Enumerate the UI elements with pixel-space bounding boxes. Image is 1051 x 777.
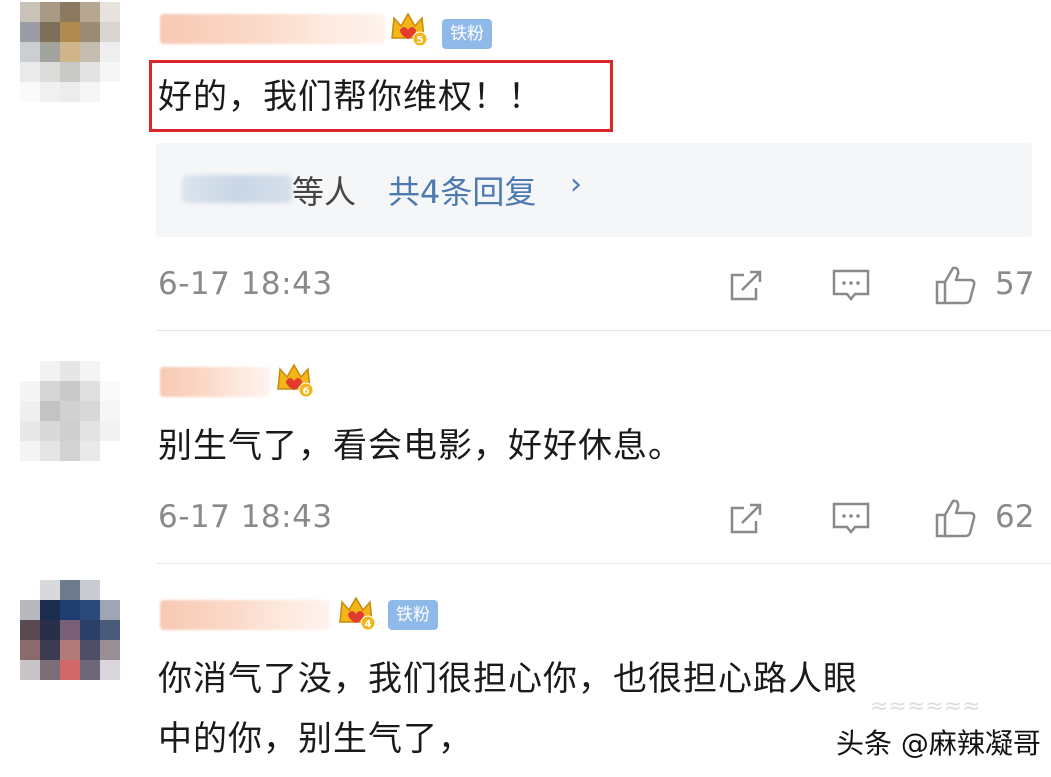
crown-badge-icon: 6 [277, 363, 314, 398]
reply-usernames-blurred [182, 175, 292, 203]
comment-icon[interactable] [831, 266, 871, 306]
comment-item: 5 铁粉 好的，我们帮你维权！！ 等人 共4条回复 › 6-17 18:43 5… [0, 0, 1051, 330]
crown-level: 6 [303, 386, 310, 397]
like-icon[interactable] [934, 497, 978, 539]
like-icon[interactable] [934, 264, 978, 306]
username-blurred[interactable] [160, 14, 385, 44]
fan-badge: 铁粉 [388, 600, 438, 630]
avatar[interactable] [20, 361, 120, 461]
reply-suffix: 等人 [292, 173, 357, 211]
comment-item: 6 别生气了，看会电影，好好休息。 6-17 18:43 62 [0, 331, 1051, 563]
comment-icon[interactable] [831, 499, 871, 539]
username-blurred[interactable] [160, 600, 330, 630]
share-icon[interactable] [726, 499, 766, 539]
avatar[interactable] [20, 2, 120, 102]
like-count: 62 [995, 499, 1035, 535]
username-blurred[interactable] [160, 367, 270, 397]
comment-text: 别生气了，看会电影，好好休息。 [158, 426, 683, 466]
comment-time: 6-17 18:43 [158, 266, 333, 302]
comment-text: 好的，我们帮你维权！！ [158, 77, 543, 117]
fan-badge: 铁粉 [442, 19, 492, 49]
crown-badge-icon: 4 [339, 596, 376, 631]
reply-count-link[interactable]: 共4条回复 [388, 167, 536, 213]
like-count: 57 [995, 266, 1035, 302]
chevron-right-icon: › [570, 167, 582, 202]
replies-preview[interactable]: 等人 共4条回复 › [156, 143, 1032, 237]
share-icon[interactable] [726, 266, 766, 306]
crown-level: 5 [417, 35, 424, 46]
watermark: 头条 @麻辣凝哥 [836, 727, 1041, 760]
crown-badge-icon: 5 [391, 12, 428, 47]
comment-text-line1: 你消气了没，我们很担心你，也很担心路人眼 [158, 659, 858, 699]
crown-level: 4 [365, 619, 372, 630]
comment-time: 6-17 18:43 [158, 499, 333, 535]
comment-text-line2: 中的你，别生气了， [158, 719, 473, 759]
avatar[interactable] [20, 580, 120, 680]
watermark-ghost: ≈≈≈≈≈≈ [870, 694, 981, 719]
